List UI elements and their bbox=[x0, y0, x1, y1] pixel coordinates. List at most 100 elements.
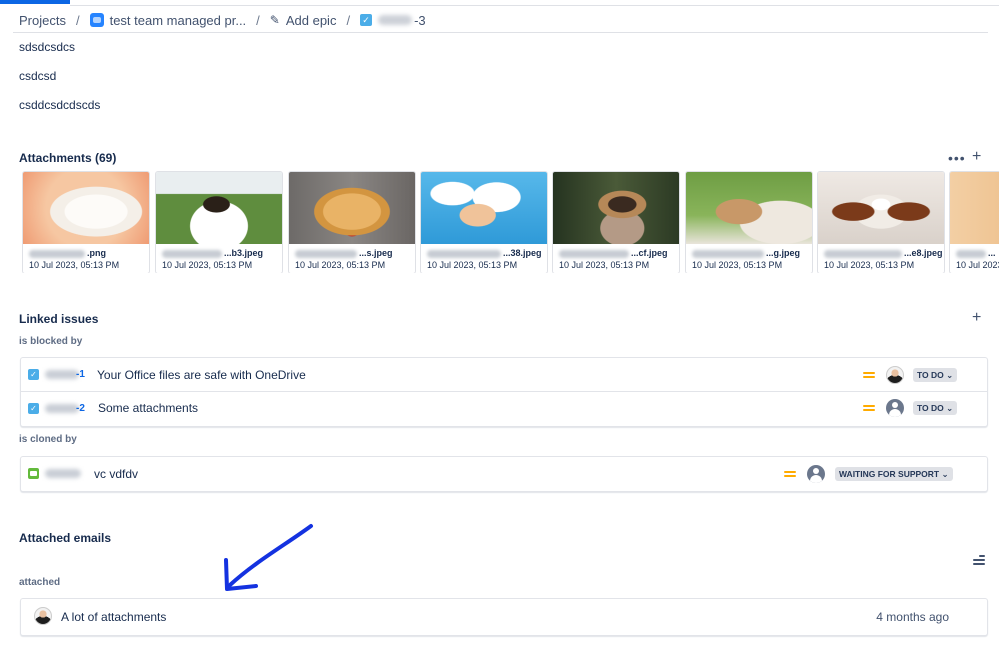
more-horizontal-icon[interactable]: ••• bbox=[948, 150, 966, 166]
attachment-filename: ...b3.jpeg bbox=[224, 248, 264, 258]
attachment-filename: ...cf.jpeg bbox=[631, 248, 668, 258]
list-add-icon[interactable] bbox=[973, 555, 985, 565]
attachment-thumbnail bbox=[289, 172, 415, 244]
attachment-card[interactable]: ...b3.jpeg 10 Jul 2023, 05:13 PM bbox=[155, 171, 283, 273]
attachment-date: 10 Jul 2023, 05:13 PM bbox=[295, 260, 386, 270]
breadcrumb-projects[interactable]: Projects bbox=[19, 13, 66, 28]
description-line: csdcsd bbox=[19, 69, 57, 83]
status-dropdown[interactable]: TO DO ⌄ bbox=[913, 368, 958, 382]
add-linked-issue-plus-icon[interactable]: + bbox=[972, 310, 981, 326]
attachment-date: 10 Jul 2023, 05:13 PM bbox=[427, 260, 518, 270]
unassigned-avatar[interactable] bbox=[807, 465, 825, 483]
task-icon: ✓ bbox=[28, 369, 39, 380]
status-dropdown[interactable]: TO DO ⌄ bbox=[913, 401, 958, 415]
attachment-thumbnail bbox=[686, 172, 812, 244]
linked-issue-row[interactable]: ✓ -1 Your Office files are safe with One… bbox=[21, 358, 987, 391]
redacted-filename bbox=[824, 249, 902, 258]
attached-label: attached bbox=[19, 577, 61, 588]
attachment-thumbnail bbox=[156, 172, 282, 244]
attachment-filename: ...g.jpeg bbox=[766, 248, 801, 258]
linked-issues-group: ✓ -1 Your Office files are safe with One… bbox=[20, 357, 988, 427]
issue-key[interactable]: -2 bbox=[76, 403, 85, 414]
chevron-down-icon: ⌄ bbox=[941, 469, 949, 479]
status-dropdown[interactable]: WAITING FOR SUPPORT ⌄ bbox=[835, 467, 953, 481]
attachment-thumbnail bbox=[553, 172, 679, 244]
issue-summary[interactable]: vc vdfdv bbox=[94, 467, 138, 481]
attachment-thumbnail bbox=[818, 172, 944, 244]
breadcrumb-separator: / bbox=[75, 12, 80, 28]
redacted-project-key bbox=[378, 15, 413, 25]
chevron-down-icon: ⌄ bbox=[946, 403, 954, 413]
top-accent-bar bbox=[0, 0, 70, 4]
linked-issues-group: vc vdfdv WAITING FOR SUPPORT ⌄ bbox=[20, 456, 988, 492]
redacted-filename bbox=[162, 249, 222, 258]
attachment-filename: .png bbox=[87, 248, 106, 258]
priority-medium-icon bbox=[863, 404, 875, 412]
top-border bbox=[70, 5, 999, 6]
redacted-filename bbox=[692, 249, 764, 258]
attached-email-row[interactable]: A lot of attachments 4 months ago bbox=[20, 598, 988, 636]
add-epic-button[interactable]: ✎ Add epic bbox=[270, 13, 337, 28]
linked-issues-title: Linked issues bbox=[19, 312, 99, 326]
attachment-card[interactable]: ...s.jpeg 10 Jul 2023, 05:13 PM bbox=[288, 171, 416, 273]
attachment-date: 10 Jul 2023, 05:13 PM bbox=[692, 260, 783, 270]
email-subject[interactable]: A lot of attachments bbox=[61, 610, 166, 624]
description-line: sdsdcsdcs bbox=[19, 40, 76, 54]
link-type-label: is cloned by bbox=[19, 434, 77, 445]
priority-medium-icon bbox=[784, 470, 796, 478]
redacted-project-key bbox=[45, 370, 79, 379]
annotation-arrow-shaft bbox=[228, 524, 313, 587]
redacted-filename bbox=[29, 249, 85, 258]
attachment-card[interactable]: ...e8.jpeg 10 Jul 2023, 05:13 PM bbox=[817, 171, 945, 273]
attachments-title: Attachments (69) bbox=[19, 151, 117, 165]
attachment-card[interactable]: ...g.jpeg 10 Jul 2023, 05:13 PM bbox=[685, 171, 813, 273]
attachment-filename: ...e8.jpeg bbox=[904, 248, 943, 258]
attachment-thumbnail bbox=[950, 172, 999, 244]
breadcrumb-separator: / bbox=[256, 12, 260, 28]
redacted-issue-key bbox=[45, 469, 81, 478]
service-request-icon bbox=[28, 468, 39, 479]
breadcrumb-issue-key[interactable]: ✓ -3 bbox=[360, 13, 426, 28]
priority-medium-icon bbox=[863, 371, 875, 379]
attachment-thumbnail bbox=[421, 172, 547, 244]
redacted-filename bbox=[559, 249, 629, 258]
attachment-card[interactable]: ... 10 Jul 2023, 05:13 PM bbox=[949, 171, 999, 273]
issue-key[interactable]: -1 bbox=[76, 369, 85, 380]
annotation-arrow bbox=[224, 524, 313, 591]
breadcrumb-project[interactable]: test team managed pr... bbox=[89, 13, 246, 28]
user-avatar[interactable] bbox=[886, 366, 904, 384]
task-icon: ✓ bbox=[28, 403, 39, 414]
attachment-filename: ... bbox=[988, 248, 996, 258]
breadcrumb-divider bbox=[13, 32, 988, 33]
add-attachment-plus-icon[interactable]: + bbox=[972, 149, 981, 165]
attachment-filename: ...38.jpeg bbox=[503, 248, 542, 258]
attachment-card[interactable]: ...cf.jpeg 10 Jul 2023, 05:13 PM bbox=[552, 171, 680, 273]
sender-avatar bbox=[34, 607, 52, 625]
issue-summary[interactable]: Some attachments bbox=[98, 401, 198, 415]
attached-emails-title: Attached emails bbox=[19, 531, 112, 545]
task-icon: ✓ bbox=[360, 14, 373, 26]
attachment-card[interactable]: .png 10 Jul 2023, 05:13 PM bbox=[22, 171, 150, 273]
issue-summary[interactable]: Your Office files are safe with OneDrive bbox=[97, 368, 306, 382]
redacted-project-key bbox=[45, 404, 79, 413]
attachment-date: 10 Jul 2023, 05:13 PM bbox=[162, 260, 253, 270]
attachments-strip: .png 10 Jul 2023, 05:13 PM ...b3.jpeg 10… bbox=[22, 171, 999, 273]
annotation-arrow-head bbox=[224, 558, 258, 591]
email-timestamp: 4 months ago bbox=[876, 610, 949, 624]
linked-issue-row[interactable]: vc vdfdv WAITING FOR SUPPORT ⌄ bbox=[21, 457, 987, 490]
redacted-filename bbox=[427, 249, 501, 258]
unassigned-avatar[interactable] bbox=[886, 399, 904, 417]
link-type-label: is blocked by bbox=[19, 336, 83, 347]
redacted-filename bbox=[956, 249, 986, 258]
attachment-date: 10 Jul 2023, 05:13 PM bbox=[29, 260, 120, 270]
attachment-date: 10 Jul 2023, 05:13 PM bbox=[559, 260, 650, 270]
description-line: csddcsdcdscds bbox=[19, 98, 101, 112]
redacted-filename bbox=[295, 249, 357, 258]
attachment-filename: ...s.jpeg bbox=[359, 248, 393, 258]
attachment-card[interactable]: ...38.jpeg 10 Jul 2023, 05:13 PM bbox=[420, 171, 548, 273]
breadcrumb: Projects / test team managed pr... / ✎ A… bbox=[19, 11, 426, 29]
linked-issue-row[interactable]: ✓ -2 Some attachments TO DO ⌄ bbox=[21, 392, 987, 425]
breadcrumb-separator: / bbox=[346, 12, 351, 28]
pencil-icon: ✎ bbox=[269, 13, 280, 27]
attachment-date: 10 Jul 2023, 05:13 PM bbox=[956, 260, 999, 270]
